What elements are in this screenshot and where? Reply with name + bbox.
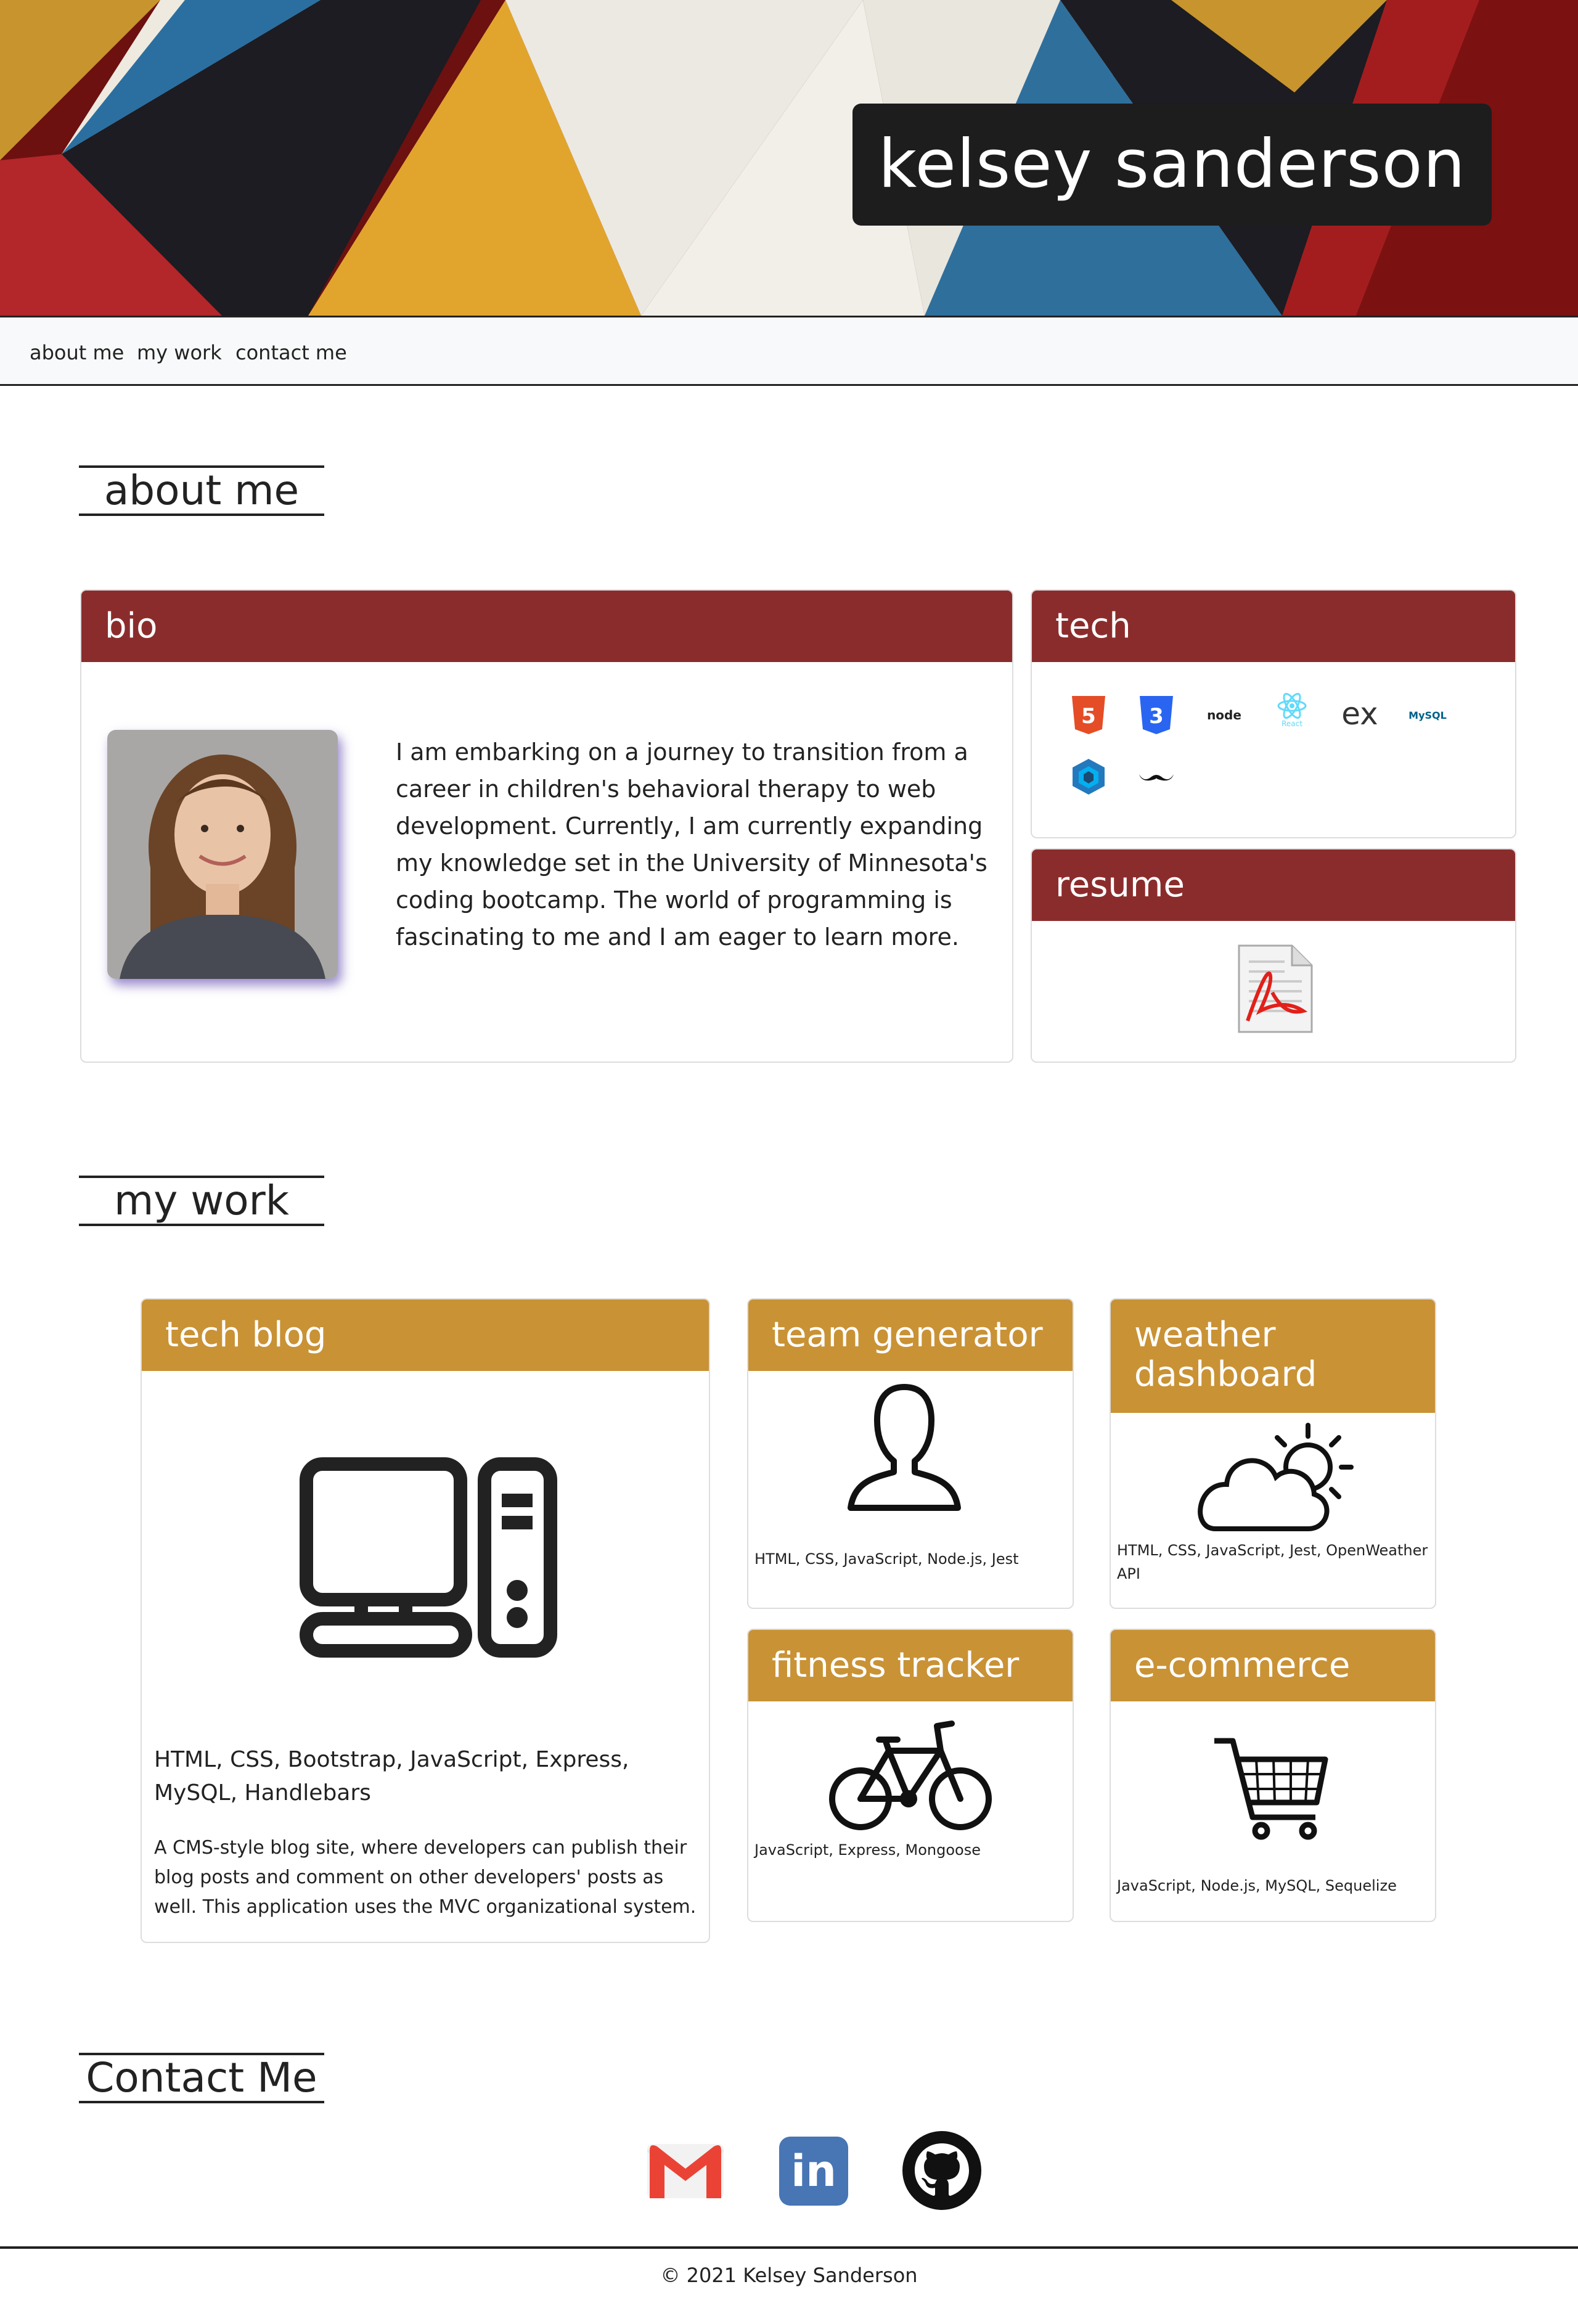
bio-text: I am embarking on a journey to transitio…: [396, 739, 987, 951]
mysql-icon: MySQL: [1408, 709, 1447, 721]
work-section-title: my work: [79, 1176, 324, 1226]
tech-card: tech 5 3 node React ex MySQL: [1031, 589, 1516, 838]
cloud-sun-icon: [1191, 1420, 1357, 1537]
pdf-document-icon[interactable]: [1235, 943, 1314, 1037]
svg-text:3: 3: [1149, 704, 1164, 729]
profile-photo: [107, 730, 338, 979]
project-card-team-generator[interactable]: team generator HTML, CSS, JavaScript, No…: [747, 1298, 1074, 1609]
desktop-computer-icon: [300, 1457, 557, 1661]
navbar: about me my work contact me: [0, 316, 1578, 386]
person-icon: [846, 1382, 963, 1514]
footer: © 2021 Kelsey Sanderson: [0, 2246, 1578, 2324]
css3-icon: 3: [1137, 695, 1176, 735]
project-title: team generator: [748, 1299, 1073, 1371]
node-icon: node: [1207, 708, 1241, 722]
bicycle-icon: [828, 1715, 992, 1838]
project-title: fitness tracker: [748, 1630, 1073, 1701]
project-card-weather-dashboard[interactable]: weather dashboard HTML, CSS, JavaScript,…: [1110, 1298, 1436, 1609]
handlebars-icon: [1137, 757, 1176, 796]
sequelize-icon: [1069, 757, 1108, 796]
site-title: kelsey sanderson: [852, 104, 1492, 226]
nav-link-contact-me[interactable]: contact me: [235, 341, 347, 364]
project-title: e-commerce: [1111, 1630, 1435, 1701]
shopping-cart-icon: [1212, 1736, 1329, 1843]
contact-section-title: Contact Me: [79, 2053, 324, 2103]
project-tech: HTML, CSS, JavaScript, Node.js, Jest: [754, 1550, 1019, 1568]
project-card-e-commerce[interactable]: e-commerce JavaScript, Node.js, MySQL, S…: [1110, 1629, 1436, 1922]
about-section-title: about me: [79, 465, 324, 516]
linkedin-icon[interactable]: in: [779, 2137, 848, 2206]
project-title: tech blog: [142, 1299, 709, 1371]
tech-card-title: tech: [1032, 591, 1515, 662]
project-description: A CMS-style blog site, where developers …: [154, 1837, 697, 1918]
project-tech: HTML, CSS, JavaScript, Jest, OpenWeather…: [1117, 1542, 1428, 1582]
html5-icon: 5: [1069, 695, 1108, 735]
project-tech: HTML, CSS, Bootstrap, JavaScript, Expres…: [154, 1747, 629, 1806]
gmail-icon[interactable]: [646, 2142, 725, 2203]
express-icon: ex: [1341, 696, 1378, 732]
project-card-tech-blog[interactable]: tech blog HTML, CSS, Bootstrap, JavaScri…: [141, 1298, 710, 1943]
project-tech: JavaScript, Express, Mongoose: [754, 1841, 981, 1859]
bio-card-title: bio: [81, 591, 1012, 662]
nav-link-about-me[interactable]: about me: [30, 341, 124, 364]
resume-card-title: resume: [1032, 849, 1515, 921]
project-tech: JavaScript, Node.js, MySQL, Sequelize: [1117, 1877, 1397, 1894]
resume-card: resume: [1031, 848, 1516, 1063]
bio-card: bio I am embarking on a journey to trans…: [80, 589, 1013, 1063]
svg-text:5: 5: [1081, 704, 1096, 729]
project-card-fitness-tracker[interactable]: fitness tracker JavaScript, Express, Mon…: [747, 1629, 1074, 1922]
footer-copyright: © 2021 Kelsey Sanderson: [660, 2264, 918, 2287]
github-icon[interactable]: [901, 2130, 983, 2214]
nav-link-my-work[interactable]: my work: [137, 341, 222, 364]
react-label: React: [1282, 719, 1302, 728]
project-title: weather dashboard: [1111, 1299, 1435, 1413]
react-icon: React: [1272, 690, 1312, 730]
